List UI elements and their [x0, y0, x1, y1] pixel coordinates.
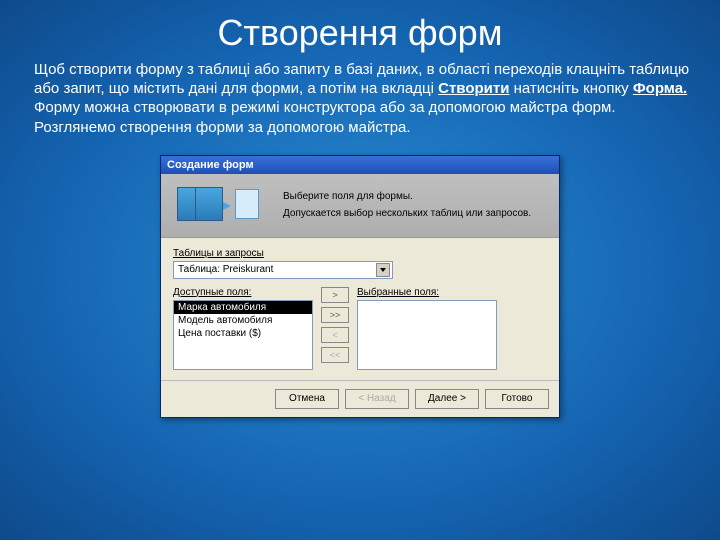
wizard-dialog: Создание форм Выберите поля для формы. Д…	[160, 155, 560, 418]
move-buttons: > >> < <<	[321, 287, 349, 363]
para-mid: натисніть кнопку	[509, 80, 632, 97]
next-button[interactable]: Далее >	[415, 389, 479, 409]
banner-line2: Допускается выбор нескольких таблиц или …	[283, 208, 547, 219]
available-fields-list[interactable]: Марка автомобиля Модель автомобиля Цена …	[173, 300, 313, 370]
cancel-button[interactable]: Отмена	[275, 389, 339, 409]
selected-label: Выбранные поля:	[357, 287, 497, 298]
word-create: Створити	[438, 80, 509, 97]
list-item[interactable]: Марка автомобиля	[174, 301, 312, 314]
add-button[interactable]: >	[321, 287, 349, 303]
back-button[interactable]: < Назад	[345, 389, 409, 409]
banner-text: Выберите поля для формы. Допускается выб…	[283, 191, 547, 219]
list-item[interactable]: Цена поставки ($)	[174, 327, 312, 340]
wizard-graphic-icon	[173, 181, 265, 229]
slide-paragraph: Щоб створити форму з таблиці або запиту …	[0, 60, 720, 147]
list-item[interactable]: Модель автомобиля	[174, 314, 312, 327]
dialog-footer: Отмена < Назад Далее > Готово	[161, 380, 559, 417]
finish-button[interactable]: Готово	[485, 389, 549, 409]
remove-button[interactable]: <	[321, 327, 349, 343]
available-label: Доступные поля:	[173, 287, 313, 298]
dialog-content: Таблицы и запросы Таблица: Preiskurant Д…	[161, 238, 559, 380]
banner-line1: Выберите поля для формы.	[283, 191, 547, 202]
para-post: Форму можна створювати в режимі конструк…	[34, 99, 616, 135]
chevron-down-icon[interactable]	[376, 263, 390, 277]
tables-combo[interactable]: Таблица: Preiskurant	[173, 261, 393, 279]
word-form: Форма.	[633, 80, 687, 97]
selected-fields-list[interactable]	[357, 300, 497, 370]
dialog-titlebar: Создание форм	[161, 156, 559, 174]
combo-value: Таблица: Preiskurant	[178, 264, 273, 275]
slide-title: Створення форм	[0, 0, 720, 60]
tables-label: Таблицы и запросы	[173, 248, 547, 259]
dialog-banner: Выберите поля для формы. Допускается выб…	[161, 174, 559, 238]
remove-all-button[interactable]: <<	[321, 347, 349, 363]
add-all-button[interactable]: >>	[321, 307, 349, 323]
